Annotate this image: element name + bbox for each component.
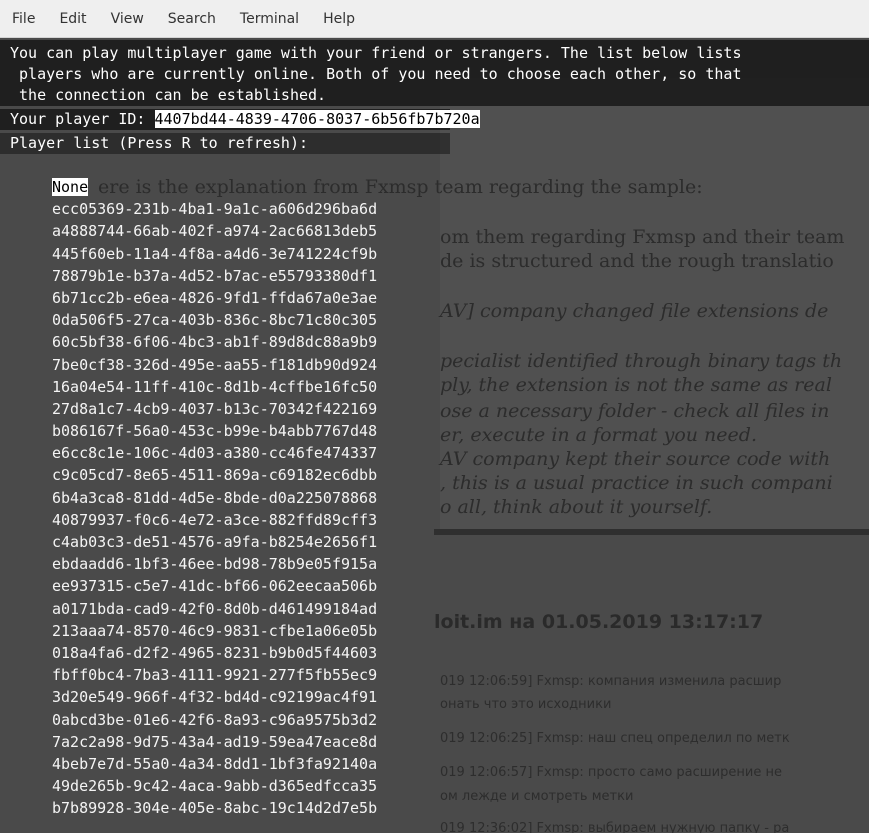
player-option-label: 78879b1e-b37a-4d52-b7ac-e55793380df1 xyxy=(52,266,378,285)
player-option-label: 60c5bf38-6f06-4bc3-ab1f-89d8dc88a9b9 xyxy=(52,333,378,352)
player-option[interactable]: a4888744-66ab-402f-a974-2ac66813deb5 xyxy=(52,220,377,242)
menu-terminal[interactable]: Terminal xyxy=(238,9,301,29)
player-option[interactable]: 27d8a1c7-4cb9-4037-b13c-70342f422169 xyxy=(52,398,377,420)
player-option-label: ee937315-c5e7-41dc-bf66-062eecaa506b xyxy=(52,577,378,596)
player-option[interactable]: 0abcd3be-01e6-42f6-8a93-c96a9575b3d2 xyxy=(52,709,377,731)
player-option-label: 0abcd3be-01e6-42f6-8a93-c96a9575b3d2 xyxy=(52,710,378,729)
player-option[interactable]: c9c05cd7-8e65-4511-869a-c69182ec6dbb xyxy=(52,464,377,486)
player-option-label: 3d20e549-966f-4f32-bd4d-c92199ac4f91 xyxy=(52,688,378,707)
player-option[interactable]: 78879b1e-b37a-4d52-b7ac-e55793380df1 xyxy=(52,265,377,287)
player-option-none[interactable]: None xyxy=(52,176,377,198)
player-option[interactable]: 6b71cc2b-e6ea-4826-9fd1-ffda67a0e3ae xyxy=(52,287,377,309)
player-option[interactable]: fbff0bc4-7ba3-4111-9921-277f5fb55ec9 xyxy=(52,664,377,686)
player-id-value: 4407bd44-4839-4706-8037-6b56fb7b720a xyxy=(154,110,480,128)
player-option[interactable]: 3d20e549-966f-4f32-bd4d-c92199ac4f91 xyxy=(52,686,377,708)
player-option-label: ebdaadd6-1bf3-46ee-bd98-78b9e05f915a xyxy=(52,555,378,574)
player-id-row: Your player ID: 4407bd44-4839-4706-8037-… xyxy=(0,109,480,130)
player-option-label: 49de265b-9c42-4aca-9abb-d365edfcca35 xyxy=(52,777,378,796)
player-option-label: a4888744-66ab-402f-a974-2ac66813deb5 xyxy=(52,222,378,241)
terminal-window: File Edit View Search Terminal Help ere … xyxy=(0,0,869,833)
player-option-label: 7be0cf38-326d-495e-aa55-f181db90d924 xyxy=(52,355,378,374)
player-option-label: c9c05cd7-8e65-4511-869a-c69182ec6dbb xyxy=(52,466,378,485)
player-option-label: a0171bda-cad9-42f0-8d0b-d461499184ad xyxy=(52,599,378,618)
player-option-label: b086167f-56a0-453c-b99e-b4abb7767d48 xyxy=(52,422,378,441)
player-list[interactable]: None ecc05369-231b-4ba1-9a1c-a606d296ba6d… xyxy=(52,176,377,819)
player-option-label: 27d8a1c7-4cb9-4037-b13c-70342f422169 xyxy=(52,399,378,418)
player-option-label: 0da506f5-27ca-403b-836c-8bc71c80c305 xyxy=(52,311,378,330)
player-option[interactable]: a0171bda-cad9-42f0-8d0b-d461499184ad xyxy=(52,598,377,620)
player-id-label: Your player ID: xyxy=(10,110,155,128)
player-option-label: 018a4fa6-d2f2-4965-8231-b9b0d5f44603 xyxy=(52,643,378,662)
player-option[interactable]: e6cc8c1e-106c-4d03-a380-cc46fe474337 xyxy=(52,442,377,464)
player-option[interactable]: 6b4a3ca8-81dd-4d5e-8bde-d0a225078868 xyxy=(52,487,377,509)
player-option[interactable]: 4beb7e7d-55a0-4a34-8dd1-1bf3fa92140a xyxy=(52,753,377,775)
player-option[interactable]: 49de265b-9c42-4aca-9abb-d365edfcca35 xyxy=(52,775,377,797)
menu-help[interactable]: Help xyxy=(321,9,357,29)
player-option-label: fbff0bc4-7ba3-4111-9921-277f5fb55ec9 xyxy=(52,666,378,685)
menu-file[interactable]: File xyxy=(10,9,37,29)
player-option-label: 6b4a3ca8-81dd-4d5e-8bde-d0a225078868 xyxy=(52,488,378,507)
intro-message: You can play multiplayer game with your … xyxy=(0,40,869,106)
intro-line: You can play multiplayer game with your … xyxy=(10,44,742,62)
player-list-title: Player list (Press R to refresh): xyxy=(0,133,450,154)
menu-search[interactable]: Search xyxy=(166,9,218,29)
player-option[interactable]: 445f60eb-11a4-4f8a-a4d6-3e741224cf9b xyxy=(52,243,377,265)
player-option[interactable]: ee937315-c5e7-41dc-bf66-062eecaa506b xyxy=(52,575,377,597)
player-option-label: c4ab03c3-de51-4576-a9fa-b8254e2656f1 xyxy=(52,533,378,551)
intro-line: players who are currently online. Both o… xyxy=(10,65,742,83)
player-option[interactable]: b7b89928-304e-405e-8abc-19c14d2d7e5b xyxy=(52,797,377,819)
player-option-label: 7a2c2a98-9d75-43a4-ad19-59ea47eace8d xyxy=(52,732,378,751)
player-option[interactable]: ebdaadd6-1bf3-46ee-bd98-78b9e05f915a xyxy=(52,553,377,575)
player-option-label: 16a04e54-11ff-410c-8d1b-4cffbe16fc50 xyxy=(52,377,378,396)
menu-edit[interactable]: Edit xyxy=(57,9,88,29)
player-option-label: 213aaa74-8570-46c9-9831-cfbe1a06e05b xyxy=(52,621,378,640)
player-option-label: None xyxy=(52,178,89,196)
menu-bar: File Edit View Search Terminal Help xyxy=(0,0,869,38)
player-option[interactable]: 018a4fa6-d2f2-4965-8231-b9b0d5f44603 xyxy=(52,642,377,664)
player-option-label: 6b71cc2b-e6ea-4826-9fd1-ffda67a0e3ae xyxy=(52,288,378,307)
player-option[interactable]: 7be0cf38-326d-495e-aa55-f181db90d924 xyxy=(52,354,377,376)
player-option[interactable]: 60c5bf38-6f06-4bc3-ab1f-89d8dc88a9b9 xyxy=(52,331,377,353)
player-option-label: ecc05369-231b-4ba1-9a1c-a606d296ba6d xyxy=(52,200,378,219)
player-option[interactable]: c4ab03c3-de51-4576-a9fa-b8254e2656f1 xyxy=(52,531,377,553)
menu-view[interactable]: View xyxy=(109,9,146,29)
player-option-label: b7b89928-304e-405e-8abc-19c14d2d7e5b xyxy=(52,799,378,818)
player-option[interactable]: ecc05369-231b-4ba1-9a1c-a606d296ba6d xyxy=(52,198,377,220)
player-option-label: 445f60eb-11a4-4f8a-a4d6-3e741224cf9b xyxy=(52,244,378,263)
player-option[interactable]: 40879937-f0c6-4e72-a3ce-882ffd89cff3 xyxy=(52,509,377,531)
intro-line: the connection can be established. xyxy=(10,86,327,104)
player-option[interactable]: b086167f-56a0-453c-b99e-b4abb7767d48 xyxy=(52,420,377,442)
terminal-output[interactable]: You can play multiplayer game with your … xyxy=(0,38,869,833)
player-option[interactable]: 213aaa74-8570-46c9-9831-cfbe1a06e05b xyxy=(52,620,377,642)
player-option[interactable]: 0da506f5-27ca-403b-836c-8bc71c80c305 xyxy=(52,309,377,331)
player-option-label: 40879937-f0c6-4e72-a3ce-882ffd89cff3 xyxy=(52,510,378,529)
player-option-label: e6cc8c1e-106c-4d03-a380-cc46fe474337 xyxy=(52,444,378,463)
player-option[interactable]: 7a2c2a98-9d75-43a4-ad19-59ea47eace8d xyxy=(52,731,377,753)
player-option[interactable]: 16a04e54-11ff-410c-8d1b-4cffbe16fc50 xyxy=(52,376,377,398)
player-option-label: 4beb7e7d-55a0-4a34-8dd1-1bf3fa92140a xyxy=(52,754,378,773)
